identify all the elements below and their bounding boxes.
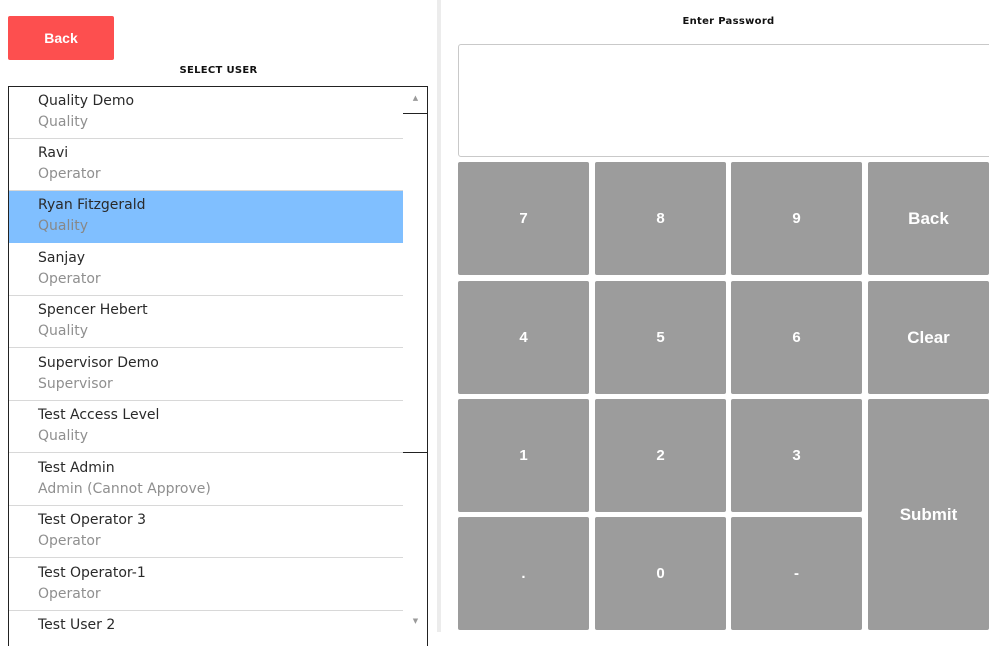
user-name: Test User 2	[38, 617, 116, 633]
user-select-panel: Back SELECT USER Quality Demo Quality Ra…	[0, 0, 437, 646]
scroll-up-icon[interactable]: ▲	[403, 91, 427, 105]
user-item-test-operator-1[interactable]: Test Operator-1 Operator	[9, 559, 403, 611]
user-name: Spencer Hebert	[38, 302, 148, 318]
password-panel: Enter Password 7 8 9 Back 4 5 6 Clear 1 …	[441, 0, 989, 632]
scrollbar-thumb-end	[403, 452, 427, 453]
submit-button[interactable]: Submit	[868, 399, 989, 630]
scroll-down-icon[interactable]: ▼	[403, 614, 427, 628]
user-name: Ravi	[38, 145, 69, 161]
user-name: Quality Demo	[38, 93, 135, 109]
user-name: Supervisor Demo	[38, 355, 159, 371]
key-dash[interactable]: -	[731, 517, 862, 630]
user-role: Admin (Cannot Approve)	[38, 481, 211, 497]
key-2[interactable]: 2	[595, 399, 726, 512]
user-item-ravi[interactable]: Ravi Operator	[9, 139, 403, 191]
key-8[interactable]: 8	[595, 162, 726, 275]
user-name: Ryan Fitzgerald	[38, 197, 146, 213]
user-role: Quality	[38, 323, 89, 339]
user-name: Test Operator-1	[38, 565, 146, 581]
key-1[interactable]: 1	[458, 399, 589, 512]
key-7[interactable]: 7	[458, 162, 589, 275]
user-item-ryan-fitzgerald[interactable]: Ryan Fitzgerald Quality	[9, 191, 403, 243]
user-item-test-admin[interactable]: Test Admin Admin (Cannot Approve)	[9, 454, 403, 506]
select-user-title: SELECT USER	[179, 65, 258, 76]
password-title: Enter Password	[682, 16, 775, 27]
user-item-test-operator-3[interactable]: Test Operator 3 Operator	[9, 506, 403, 558]
keypad-back-button[interactable]: Back	[868, 162, 989, 275]
scrollbar-thumb[interactable]	[403, 323, 427, 453]
user-item-sanjay[interactable]: Sanjay Operator	[9, 244, 403, 296]
user-item-test-access-level[interactable]: Test Access Level Quality	[9, 401, 403, 453]
key-4[interactable]: 4	[458, 281, 589, 394]
user-role: Supervisor	[38, 376, 113, 392]
user-item-spencer-hebert[interactable]: Spencer Hebert Quality	[9, 296, 403, 348]
user-name: Sanjay	[38, 250, 86, 266]
user-item-quality-demo[interactable]: Quality Demo Quality	[9, 87, 403, 139]
user-role: Operator	[38, 166, 101, 182]
user-name: Test Access Level	[38, 407, 160, 423]
user-role: Operator	[38, 586, 101, 602]
user-item-test-user-2[interactable]: Test User 2	[9, 611, 403, 646]
key-3[interactable]: 3	[731, 399, 862, 512]
user-name: Test Admin	[38, 460, 115, 476]
key-6[interactable]: 6	[731, 281, 862, 394]
user-item-supervisor-demo[interactable]: Supervisor Demo Supervisor	[9, 349, 403, 401]
password-input[interactable]	[458, 44, 989, 157]
user-role: Quality	[38, 428, 89, 444]
key-5[interactable]: 5	[595, 281, 726, 394]
scrollbar-track-top	[403, 113, 427, 114]
user-role: Quality	[38, 114, 89, 130]
user-role: Quality	[38, 218, 89, 234]
key-9[interactable]: 9	[731, 162, 862, 275]
clear-button[interactable]: Clear	[868, 281, 989, 394]
user-role: Operator	[38, 271, 101, 287]
key-dot[interactable]: .	[458, 517, 589, 630]
user-role: Operator	[38, 533, 101, 549]
user-name: Test Operator 3	[38, 512, 147, 528]
list-scrollbar[interactable]: ▲ ▼	[403, 87, 427, 646]
user-list[interactable]: Quality Demo Quality Ravi Operator Ryan …	[8, 86, 428, 646]
back-button[interactable]: Back	[8, 16, 114, 60]
key-0[interactable]: 0	[595, 517, 726, 630]
